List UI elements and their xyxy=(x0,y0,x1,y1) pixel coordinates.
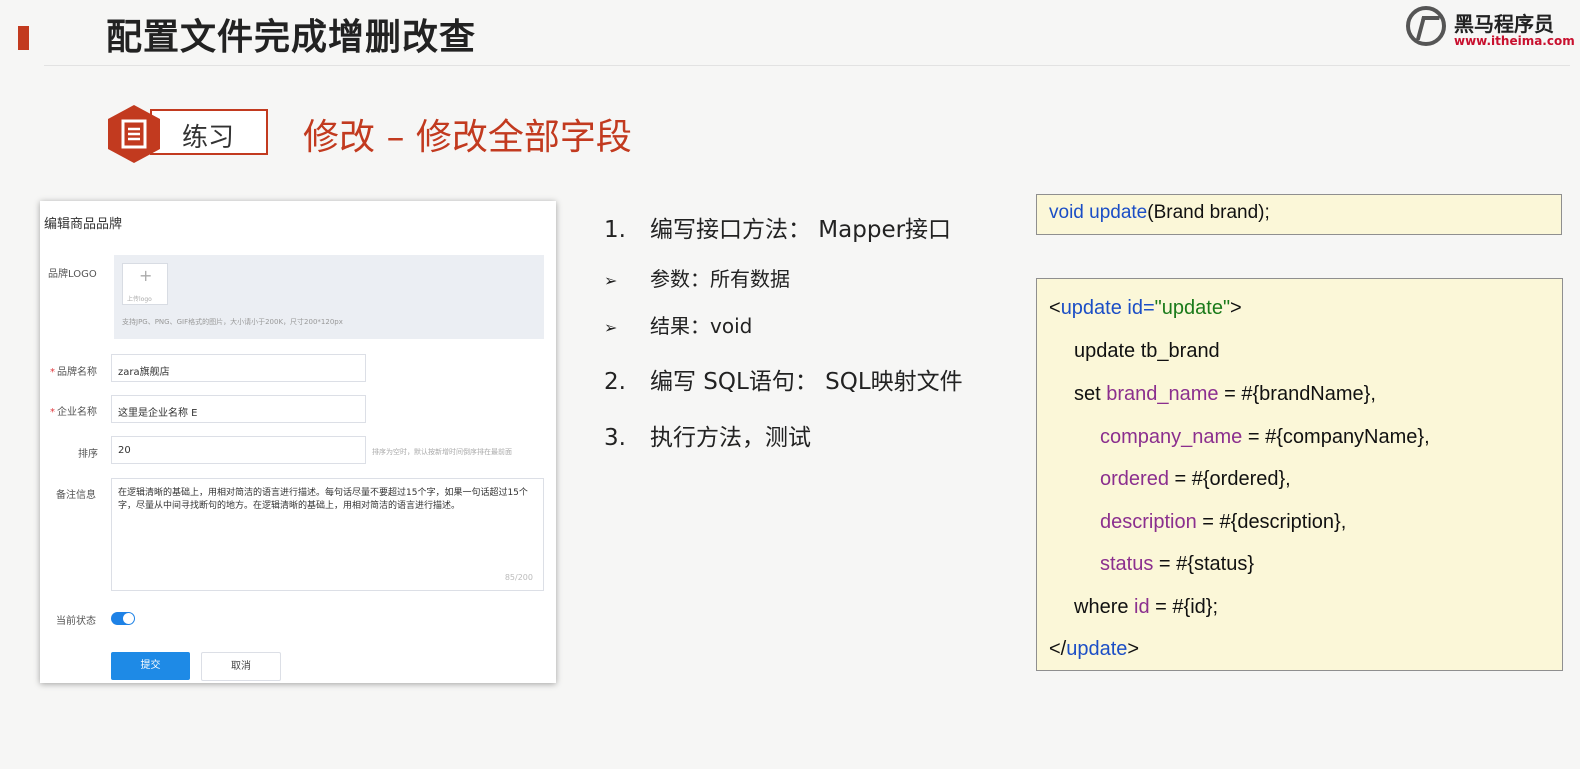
code-token: update xyxy=(1089,202,1148,223)
code-line: where id = #{id}; xyxy=(1074,596,1218,619)
plus-icon: + xyxy=(139,266,153,285)
slide-title: 配置文件完成增删改查 xyxy=(106,17,477,58)
code-token: = #{brandName}, xyxy=(1218,383,1376,405)
company-name-label-text: 企业名称 xyxy=(57,407,97,418)
required-mark: * xyxy=(50,407,55,418)
header-divider xyxy=(44,65,1570,66)
step-3: 3. 执行方法，测试 xyxy=(604,418,811,452)
code-token: id= xyxy=(1127,297,1155,319)
code-token: set xyxy=(1074,383,1107,405)
document-icon xyxy=(108,105,160,163)
step-1-result: ➢ 结果：void xyxy=(604,310,752,339)
sql-mapping-code-box: <update id="update"> update tb_brand set… xyxy=(1036,278,1563,671)
step-text: 参数：所有数据 xyxy=(650,267,790,291)
code-token: id xyxy=(1134,596,1150,618)
exercise-badge-label: 练习 xyxy=(182,123,235,153)
step-1-param: ➢ 参数：所有数据 xyxy=(604,263,790,292)
step-text: 编写 SQL语句： SQL映射文件 xyxy=(650,369,963,395)
arrow-bullet-icon: ➢ xyxy=(604,271,618,290)
arrow-bullet-icon: ➢ xyxy=(604,318,618,337)
code-token: </ xyxy=(1049,638,1067,660)
brand-name-label-text: 品牌名称 xyxy=(57,367,97,378)
toggle-knob xyxy=(123,613,134,624)
code-token: ordered xyxy=(1100,468,1169,490)
brand-name-label: * 品牌名称 xyxy=(50,363,97,378)
remark-text: 在逻辑清晰的基础上，用相对简洁的语言进行描述。每句话尽量不要超过15个字，如果一… xyxy=(118,488,528,511)
code-token: "update" xyxy=(1154,297,1231,319)
code-token: brand_name xyxy=(1106,383,1219,405)
cancel-button[interactable]: 取消 xyxy=(201,652,281,681)
required-mark: * xyxy=(50,367,55,378)
code-token: company_name xyxy=(1100,426,1243,448)
section-title: 修改 – 修改全部字段 xyxy=(303,117,632,158)
upload-logo-button[interactable]: + 上传logo xyxy=(122,263,168,305)
upload-tip: 支持JPG、PNG、GIF格式的图片，大小请小于200K，尺寸200*120px xyxy=(122,318,343,326)
code-token: status xyxy=(1100,553,1154,575)
order-input[interactable]: 20 xyxy=(111,436,366,464)
code-token: where xyxy=(1074,596,1135,618)
company-name-input[interactable]: 这里是企业名称 E xyxy=(111,395,366,423)
header-accent-bar xyxy=(18,26,29,50)
code-token: = #{ordered}, xyxy=(1168,468,1291,490)
code-line: <update id="update"> xyxy=(1049,297,1242,320)
code-token: > xyxy=(1127,638,1140,660)
logo-label: 品牌LOGO xyxy=(48,269,97,280)
step-text: 执行方法，测试 xyxy=(650,425,811,451)
code-token: = #{status} xyxy=(1153,553,1254,575)
step-number: 2. xyxy=(604,369,626,395)
order-label: 排序 xyxy=(78,449,98,460)
remark-label: 备注信息 xyxy=(56,490,96,501)
code-token: = #{description}, xyxy=(1196,511,1347,533)
step-text: 结果：void xyxy=(650,314,753,338)
status-label: 当前状态 xyxy=(56,616,96,627)
code-line: update tb_brand xyxy=(1074,340,1220,362)
step-number: 1. xyxy=(604,217,626,243)
horse-logo-icon xyxy=(1406,6,1446,46)
code-line: ordered = #{ordered}, xyxy=(1100,468,1291,491)
remark-textarea[interactable]: 在逻辑清晰的基础上，用相对简洁的语言进行描述。每句话尽量不要超过15个字，如果一… xyxy=(111,478,544,591)
code-line: </update> xyxy=(1049,638,1139,661)
code-token: void xyxy=(1049,202,1084,223)
itheima-logo: 黑马程序员 www.itheima.com xyxy=(1406,4,1576,54)
code-line: set brand_name = #{brandName}, xyxy=(1074,383,1376,406)
company-name-label: * 企业名称 xyxy=(50,403,97,418)
remark-char-count: 85/200 xyxy=(504,573,533,582)
order-hint: 排序为空时，默认按新增时间倒序排在最前面 xyxy=(372,448,512,456)
logo-upload-area: + 上传logo 支持JPG、PNG、GIF格式的图片，大小请小于200K，尺寸… xyxy=(114,255,544,339)
exercise-badge-box: 练习 xyxy=(150,109,268,155)
step-1: 1. 编写接口方法： Mapper接口 xyxy=(604,210,951,244)
step-number: 3. xyxy=(604,425,626,451)
step-text: 编写接口方法： Mapper接口 xyxy=(650,217,952,243)
logo-brand-name: 黑马程序员 xyxy=(1454,12,1554,36)
step-2: 2. 编写 SQL语句： SQL映射文件 xyxy=(604,362,963,396)
code-token: description xyxy=(1100,511,1197,533)
edit-brand-form: 编辑商品品牌 品牌LOGO + 上传logo 支持JPG、PNG、GIF格式的图… xyxy=(40,201,556,683)
code-token: = #{companyName}, xyxy=(1242,426,1430,448)
upload-logo-text: 上传logo xyxy=(127,296,152,303)
form-title: 编辑商品品牌 xyxy=(44,217,123,232)
code-token: = #{id}; xyxy=(1149,596,1219,618)
logo-brand-url: www.itheima.com xyxy=(1454,34,1575,48)
code-token: (Brand brand); xyxy=(1147,202,1270,223)
brand-name-input[interactable]: zara旗舰店 xyxy=(111,354,366,382)
code-token: < xyxy=(1049,297,1061,319)
code-line: description = #{description}, xyxy=(1100,511,1346,534)
code-token: update xyxy=(1060,297,1122,319)
method-signature-box: void update(Brand brand); xyxy=(1036,194,1562,235)
code-line: company_name = #{companyName}, xyxy=(1100,426,1430,449)
code-token: > xyxy=(1230,297,1242,319)
status-toggle[interactable] xyxy=(111,612,135,625)
code-token: update xyxy=(1066,638,1128,660)
submit-button[interactable]: 提交 xyxy=(111,652,190,680)
code-line: status = #{status} xyxy=(1100,553,1254,576)
